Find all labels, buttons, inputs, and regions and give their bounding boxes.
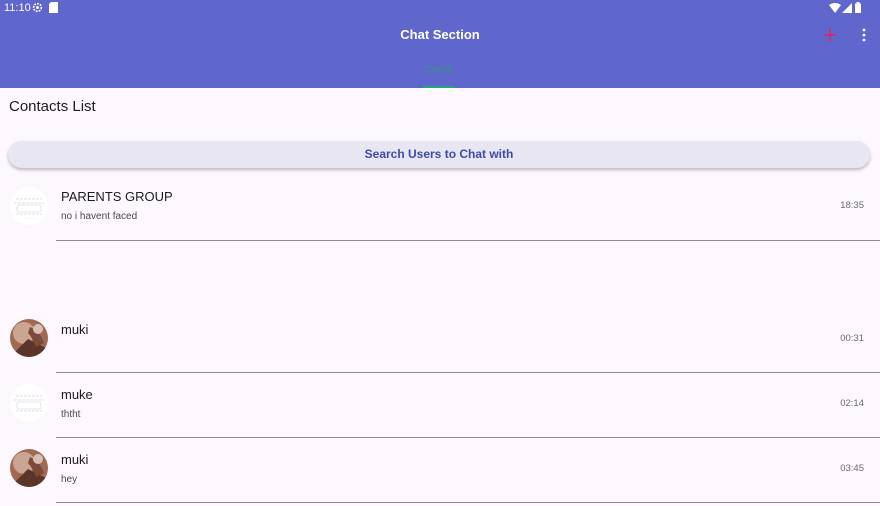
divider — [56, 372, 880, 373]
chat-list-item[interactable]: PARENTS GROUP no i havent faced 18:35 — [0, 182, 880, 242]
status-bar: 11:10 — [0, 0, 880, 18]
chat-last-message: ththt — [61, 409, 81, 420]
gear-icon — [32, 2, 43, 13]
app-header: 11:10 Chat Section CHATS — [0, 0, 880, 88]
chat-last-message: hey — [61, 474, 78, 485]
wifi-icon — [829, 3, 841, 13]
chat-list-item[interactable]: muki hey 03:45 — [0, 445, 880, 506]
battery-icon — [855, 2, 861, 13]
tab-indicator — [423, 86, 455, 88]
chat-time: 18:35 — [840, 200, 864, 211]
tab-chats[interactable]: CHATS — [415, 63, 463, 88]
chat-name: PARENTS GROUP — [61, 189, 173, 204]
tab-chats-label: CHATS — [425, 65, 453, 74]
add-icon[interactable] — [823, 28, 837, 42]
photo-avatar — [10, 449, 48, 487]
search-users-button[interactable]: Search Users to Chat with — [8, 141, 870, 168]
more-vert-icon[interactable] — [858, 27, 870, 43]
chat-time: 00:31 — [840, 333, 864, 344]
divider — [56, 502, 880, 503]
chat-name: muke — [61, 387, 93, 402]
chat-time: 03:45 — [840, 463, 864, 474]
contacts-heading: Contacts List — [9, 98, 96, 115]
chat-name: muki — [61, 452, 89, 467]
divider — [56, 437, 880, 438]
chat-time: 02:14 — [840, 398, 864, 409]
chat-name: muki — [61, 322, 89, 337]
sd-card-icon — [49, 2, 58, 13]
divider — [56, 240, 880, 241]
status-time: 11:10 — [4, 2, 31, 14]
page-title: Chat Section — [400, 27, 480, 42]
chat-list-item[interactable]: muke ththt 02:14 — [0, 380, 880, 440]
group-avatar-icon — [10, 384, 48, 422]
chat-last-message: no i havent faced — [61, 211, 138, 222]
chat-list-item[interactable]: muki 00:31 — [0, 315, 880, 375]
group-avatar-icon — [10, 187, 48, 225]
photo-avatar — [10, 319, 48, 357]
signal-icon — [842, 3, 852, 13]
